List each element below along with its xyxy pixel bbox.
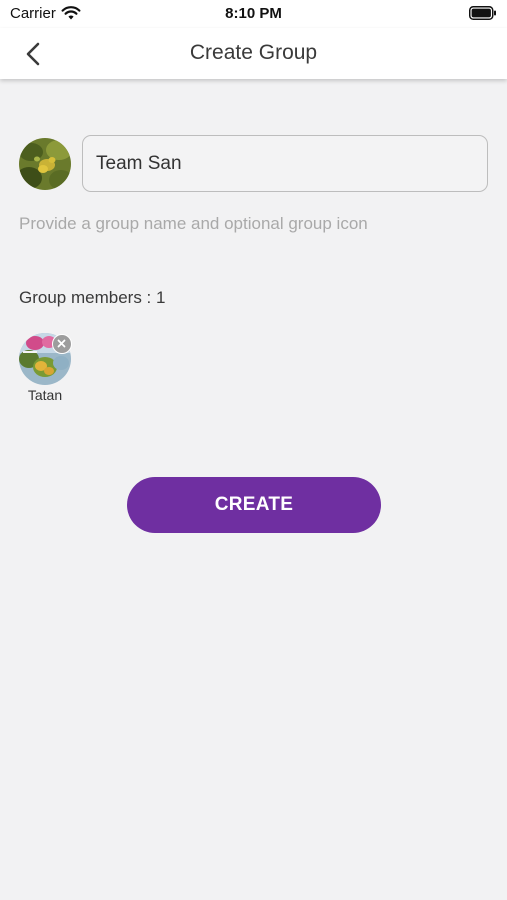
battery-icon [469,6,497,25]
remove-member-button[interactable] [52,334,72,354]
status-time: 8:10 PM [225,5,282,22]
create-button[interactable]: CREATE [127,477,381,533]
group-name-hint: Provide a group name and optional group … [19,214,368,233]
close-icon [57,339,66,348]
page-title: Create Group [189,41,318,64]
group-name-input[interactable] [82,135,488,192]
member-name: Tatan [27,387,63,403]
group-members-label: Group members : 1 [19,288,166,307]
group-avatar-image [19,138,71,190]
status-bar: Carrier 8:10 PM [0,0,507,28]
nav-bar: Create Group [0,28,507,79]
group-icon-picker[interactable] [19,138,71,190]
member-item: Tatan [19,333,72,403]
